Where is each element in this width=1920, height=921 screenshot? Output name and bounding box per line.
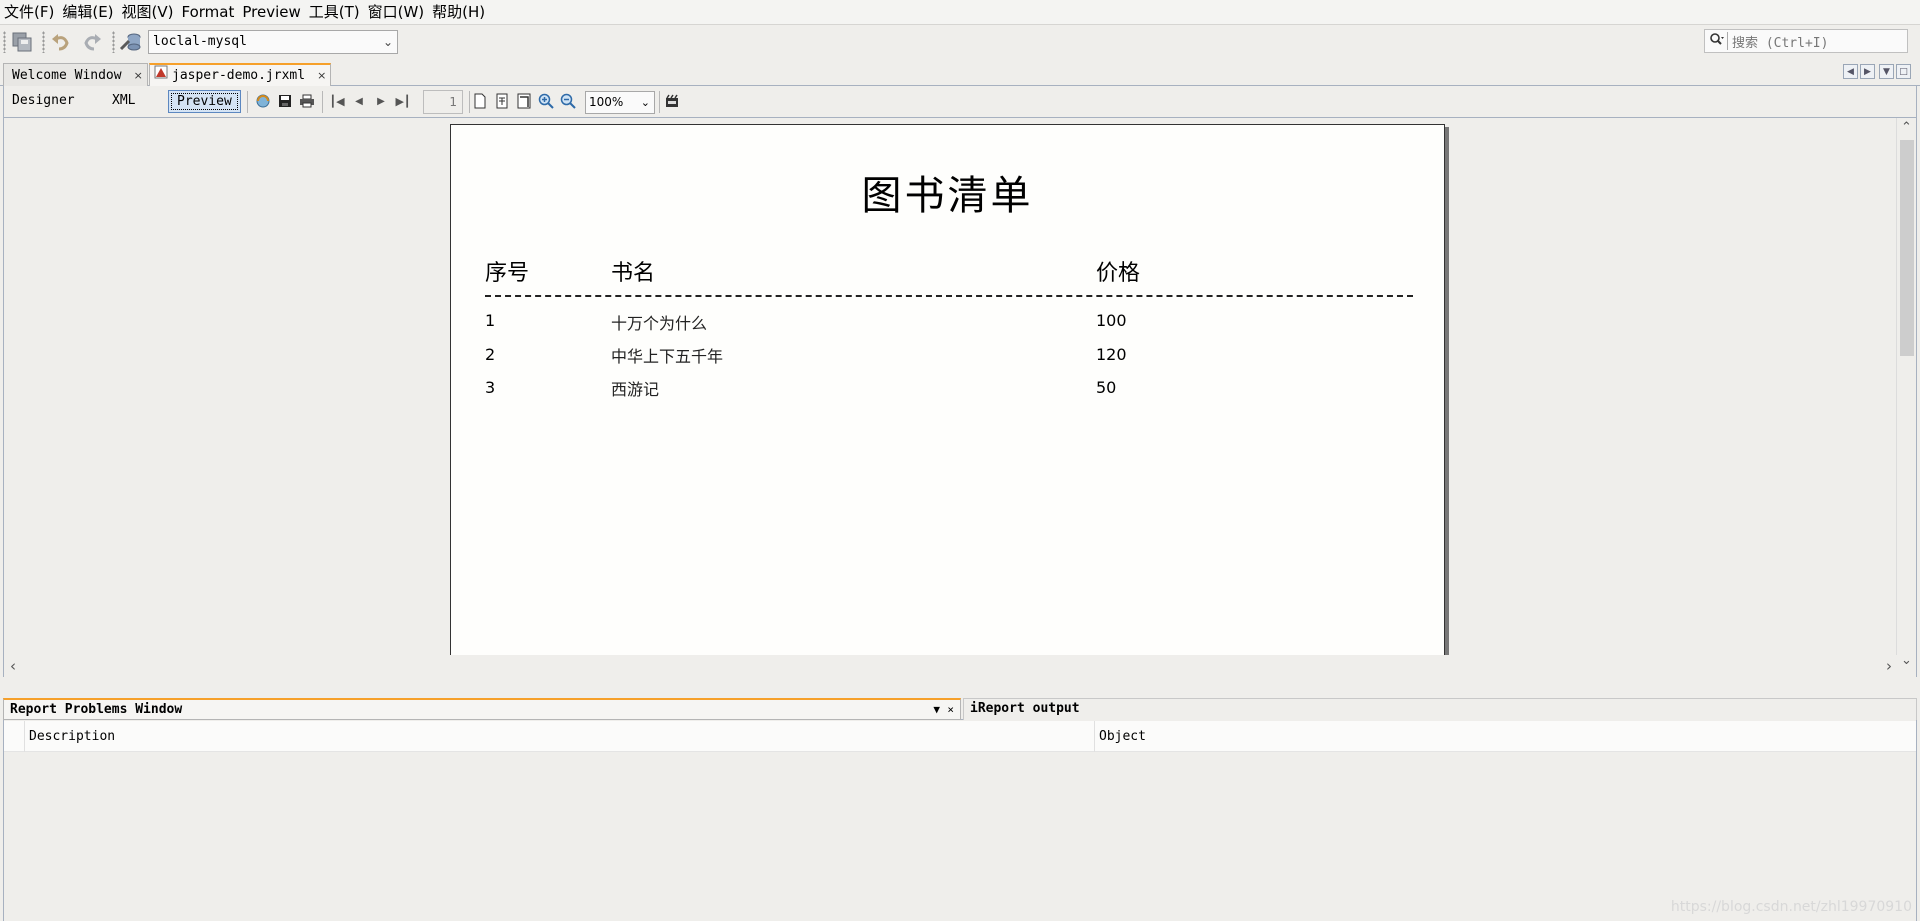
toolbar-grip[interactable]	[112, 31, 115, 53]
tab-jasper-demo[interactable]: jasper-demo.jrxml ×	[149, 63, 331, 86]
report-title: 图书清单	[861, 173, 1034, 219]
export-icon[interactable]	[663, 92, 681, 110]
row-price: 100	[1096, 311, 1127, 330]
tab-ireport-output[interactable]: iReport output	[963, 698, 1917, 720]
zoom-out-icon[interactable]	[559, 92, 577, 110]
print-icon[interactable]	[298, 92, 316, 110]
tab-label: Report Problems Window	[10, 702, 183, 717]
menu-tools[interactable]: 工具(T)	[305, 0, 364, 24]
datasource-value: loclal-mysql	[153, 34, 247, 49]
report-preview-canvas[interactable]: 图书清单 序号 书名 价格 1 十万个为什么 100 2 中华上下五千年 120…	[3, 118, 1917, 677]
toolbar-grip[interactable]	[3, 31, 6, 53]
editor-tab-bar: Welcome Window × jasper-demo.jrxml × ◀ ▶…	[0, 62, 1920, 86]
chevron-down-icon: ⌄	[640, 96, 650, 109]
row-price: 120	[1096, 345, 1127, 364]
save-all-icon[interactable]	[9, 29, 35, 55]
next-page-icon[interactable]: ▶	[372, 92, 390, 110]
last-page-icon[interactable]: ▶┃	[394, 92, 412, 110]
menu-window[interactable]: 窗口(W)	[364, 0, 429, 24]
search-input[interactable]: 搜索 (Ctrl+I)	[1704, 29, 1908, 53]
column-header-empty	[4, 721, 24, 752]
close-icon[interactable]: ×	[947, 700, 954, 720]
scroll-left-icon[interactable]: ‹	[10, 657, 16, 675]
menu-help[interactable]: 帮助(H)	[428, 0, 489, 24]
column-header-description[interactable]: Description	[24, 721, 1094, 752]
scroll-tabs-left-icon[interactable]: ◀	[1843, 64, 1858, 79]
row-name: 十万个为什么	[611, 314, 708, 333]
row-name: 西游记	[611, 380, 660, 399]
column-header-no: 序号	[485, 261, 530, 286]
separator	[247, 91, 248, 113]
row-no: 1	[485, 311, 496, 330]
tab-welcome-window[interactable]: Welcome Window ×	[3, 63, 148, 86]
horizontal-scrollbar[interactable]: ‹ ›	[4, 655, 1898, 677]
minimize-icon[interactable]: ▼	[933, 700, 940, 720]
column-header-object[interactable]: Object	[1094, 721, 1916, 752]
search-separator	[1727, 32, 1728, 50]
save-icon[interactable]	[276, 92, 294, 110]
table-header: Description Object	[4, 721, 1916, 752]
header-divider	[485, 295, 1413, 297]
separator	[469, 91, 470, 113]
scroll-tabs-right-icon[interactable]: ▶	[1860, 64, 1875, 79]
fit-page-icon[interactable]	[493, 92, 511, 110]
previous-page-icon[interactable]: ◀	[350, 92, 368, 110]
jrxml-file-icon	[154, 65, 168, 86]
tab-report-problems[interactable]: Report Problems Window ▼ ×	[3, 698, 961, 720]
reload-icon[interactable]	[254, 92, 272, 110]
xml-mode-button[interactable]: XML	[104, 90, 143, 113]
problems-table: Description Object https://blog.csdn.net…	[3, 720, 1917, 921]
scrollbar-thumb[interactable]	[1900, 140, 1914, 356]
menu-edit[interactable]: 编辑(E)	[58, 0, 117, 24]
main-toolbar: loclal-mysql ⌄ 搜索 (Ctrl+I)	[0, 24, 1920, 59]
datasource-select[interactable]: loclal-mysql ⌄	[148, 30, 398, 54]
actual-size-icon[interactable]	[471, 92, 489, 110]
menu-bar: 文件(F) 编辑(E) 视图(V) Format Preview 工具(T) 窗…	[0, 0, 1920, 24]
search-placeholder: 搜索 (Ctrl+I)	[1732, 35, 1829, 51]
tab-list-icon[interactable]: ▼	[1879, 64, 1894, 79]
watermark: https://blog.csdn.net/zhl19970910	[1670, 899, 1912, 915]
bottom-panel-tabs: Report Problems Window ▼ × iReport outpu…	[3, 698, 1917, 720]
separator	[322, 91, 323, 113]
row-name: 中华上下五千年	[611, 347, 724, 366]
separator	[659, 91, 660, 113]
row-price: 50	[1096, 378, 1117, 397]
row-no: 3	[485, 378, 496, 397]
row-no: 2	[485, 345, 496, 364]
scroll-up-icon[interactable]: ⌃	[1901, 120, 1912, 135]
page-number-field[interactable]: 1	[423, 90, 463, 114]
scroll-down-icon[interactable]: ⌄	[1901, 653, 1912, 668]
column-header-name: 书名	[611, 261, 656, 286]
undo-icon[interactable]	[48, 29, 74, 55]
tab-label: Welcome Window	[12, 67, 122, 83]
chevron-down-icon: ⌄	[382, 35, 393, 49]
scroll-right-icon[interactable]: ›	[1886, 657, 1892, 675]
menu-view[interactable]: 视图(V)	[118, 0, 178, 24]
datasource-icon[interactable]	[118, 29, 144, 55]
tab-label: iReport output	[970, 701, 1080, 716]
vertical-scrollbar[interactable]: ⌃ ⌄	[1896, 118, 1916, 670]
zoom-select[interactable]: 100% ⌄	[585, 91, 655, 114]
column-header-price: 价格	[1096, 261, 1141, 286]
close-icon[interactable]: ×	[317, 65, 326, 86]
toolbar-grip[interactable]	[42, 31, 45, 53]
search-icon[interactable]	[1709, 32, 1725, 50]
redo-icon[interactable]	[79, 29, 105, 55]
zoom-in-icon[interactable]	[537, 92, 555, 110]
menu-format[interactable]: Format	[178, 0, 239, 24]
first-page-icon[interactable]: ┃◀	[328, 92, 346, 110]
maximize-icon[interactable]: □	[1896, 64, 1911, 79]
menu-preview[interactable]: Preview	[238, 0, 304, 24]
designer-mode-button[interactable]: Designer	[4, 90, 83, 113]
close-icon[interactable]: ×	[134, 65, 143, 86]
preview-mode-button[interactable]: Preview	[168, 90, 241, 113]
zoom-value: 100%	[589, 95, 624, 109]
report-page: 图书清单 序号 书名 价格 1 十万个为什么 100 2 中华上下五千年 120…	[450, 124, 1445, 677]
menu-file[interactable]: 文件(F)	[0, 0, 58, 24]
report-editor-toolbar: Designer XML Preview ┃◀ ◀ ▶ ▶┃ 1 100% ⌄	[3, 86, 1917, 118]
tab-label: jasper-demo.jrxml	[172, 68, 306, 83]
fit-width-icon[interactable]	[515, 92, 533, 110]
